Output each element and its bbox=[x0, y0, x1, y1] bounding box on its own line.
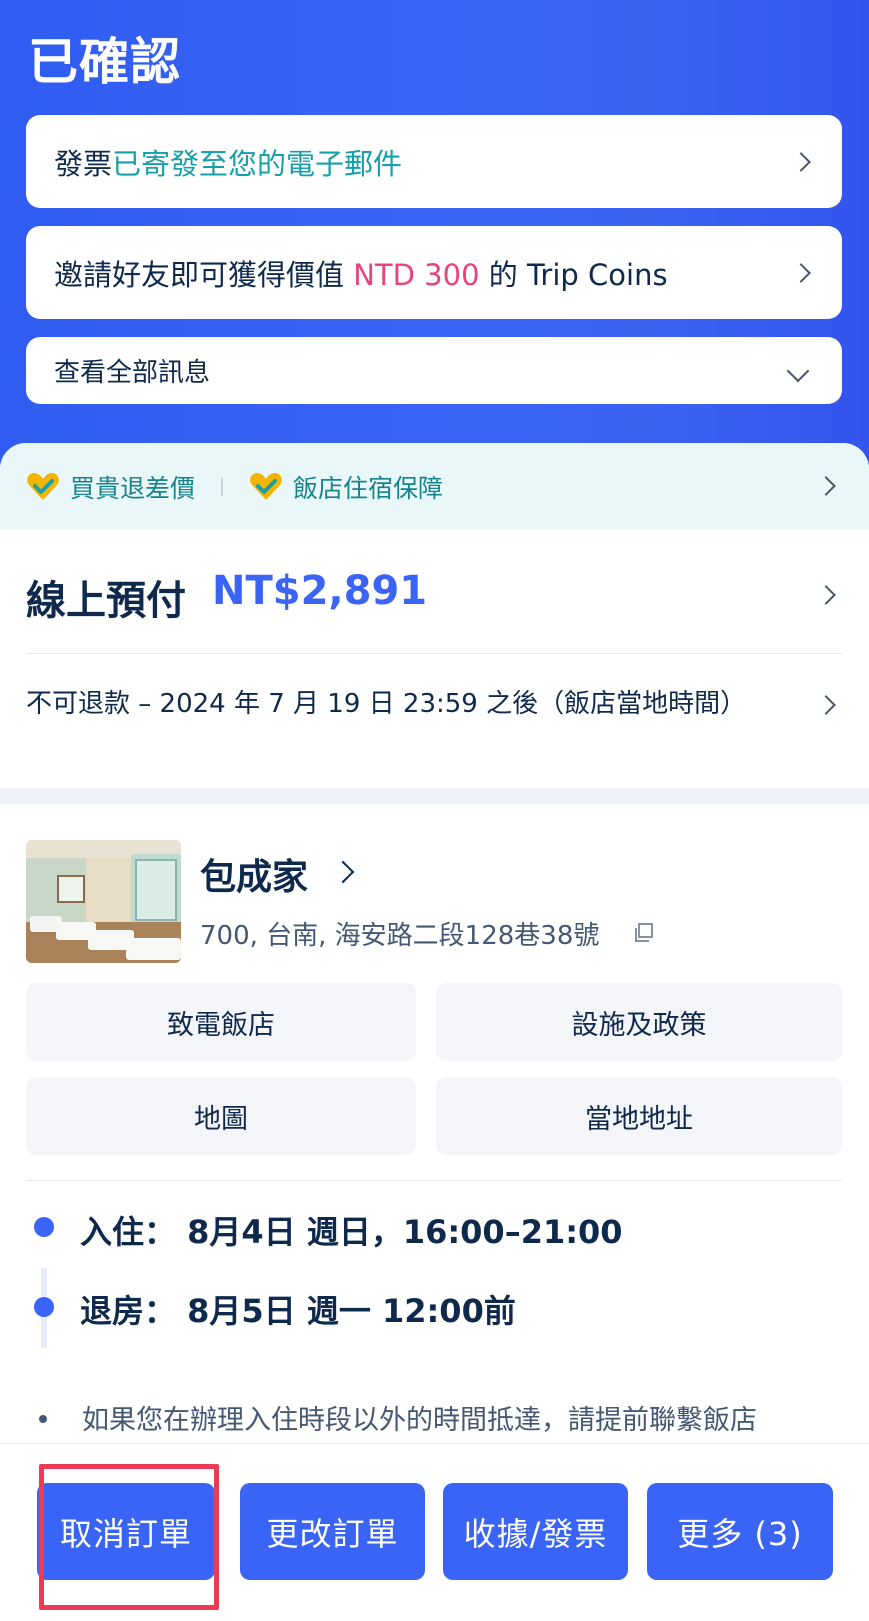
chevron-right-icon bbox=[816, 585, 836, 605]
facilities-policies-button[interactable]: 設施及政策 bbox=[436, 983, 842, 1061]
chevron-down-icon bbox=[786, 359, 810, 382]
checkout-info: 退房： 8月5日 週一 12:00前 bbox=[80, 1286, 516, 1332]
order-status-title: 已確認 bbox=[28, 33, 181, 91]
guarantee-price-match: 買貴退差價 bbox=[26, 469, 195, 505]
bottom-action-bar: 取消訂單 更改訂單 收據/發票 更多 (3) bbox=[0, 1443, 869, 1621]
hotel-address: 700, 台南, 海安路二段128巷38號 bbox=[200, 921, 600, 951]
chevron-right-icon bbox=[791, 151, 811, 172]
invite-prefix: 邀請好友即可獲得價值 bbox=[54, 257, 354, 292]
chevron-right-icon bbox=[331, 860, 355, 884]
hotel-name[interactable]: 包成家 bbox=[200, 848, 308, 900]
chevron-right-icon bbox=[816, 476, 836, 496]
checkout-value: 8月5日 週一 12:00前 bbox=[187, 1292, 516, 1330]
copy-icon[interactable] bbox=[632, 921, 656, 945]
payment-amount: NT$2,891 bbox=[212, 568, 428, 614]
checkin-dot bbox=[34, 1217, 54, 1237]
checkin-value: 8月4日 週日，16:00–21:00 bbox=[187, 1213, 623, 1251]
checkin-info: 入住： 8月4日 週日，16:00–21:00 bbox=[80, 1207, 623, 1253]
hotel-photo[interactable] bbox=[26, 840, 181, 963]
order-status-header: 已確認 發票已寄發至您的電子郵件 邀請好友即可獲得價值 NTD 300 的 Tr… bbox=[0, 0, 869, 500]
payment-row[interactable]: 線上預付 NT$2,891 bbox=[0, 530, 869, 660]
divider bbox=[26, 653, 842, 654]
divider bbox=[221, 477, 224, 496]
heart-check-icon bbox=[27, 472, 59, 500]
checkout-dot bbox=[34, 1297, 54, 1317]
section-divider bbox=[0, 788, 869, 804]
bullet bbox=[39, 1415, 47, 1423]
checkout-label: 退房： bbox=[80, 1292, 177, 1330]
divider bbox=[26, 1180, 842, 1181]
guarantee-stay-protection: 飯店住宿保障 bbox=[249, 469, 443, 505]
invoice-prefix: 發票 bbox=[54, 146, 113, 181]
invoice-sent-card[interactable]: 發票已寄發至您的電子郵件 bbox=[26, 115, 842, 208]
guarantee-label: 飯店住宿保障 bbox=[293, 473, 444, 503]
view-all-messages-label: 查看全部訊息 bbox=[54, 358, 211, 388]
invite-suffix: 的 Trip Coins bbox=[479, 257, 668, 292]
receipt-invoice-button[interactable]: 收據/發票 bbox=[443, 1483, 628, 1580]
cancellation-policy[interactable]: 不可退款 – 2024 年 7 月 19 日 23:59 之後（飯店當地時間） bbox=[26, 685, 766, 723]
more-options-button[interactable]: 更多 (3) bbox=[647, 1483, 833, 1580]
guarantee-label: 買貴退差價 bbox=[70, 473, 196, 503]
modify-order-button[interactable]: 更改訂單 bbox=[240, 1483, 425, 1580]
local-address-button[interactable]: 當地地址 bbox=[436, 1077, 842, 1155]
payment-label: 線上預付 bbox=[26, 578, 186, 624]
chevron-right-icon bbox=[791, 262, 811, 283]
invoice-status-text: 已寄發至您的電子郵件 bbox=[112, 146, 403, 181]
arrival-note: 如果您在辦理入住時段以外的時間抵達，請提前聯繫飯店 bbox=[82, 1405, 757, 1436]
order-detail-sheet: 買貴退差價 飯店住宿保障 線上預付 NT$2,891 不可退款 – 2024 年… bbox=[0, 443, 869, 1443]
guarantee-bar[interactable]: 買貴退差價 飯店住宿保障 bbox=[0, 443, 869, 530]
view-all-messages-card[interactable]: 查看全部訊息 bbox=[26, 337, 842, 404]
invite-friends-card[interactable]: 邀請好友即可獲得價值 NTD 300 的 Trip Coins bbox=[26, 226, 842, 319]
checkin-label: 入住： bbox=[80, 1213, 177, 1251]
cancel-order-button[interactable]: 取消訂單 bbox=[37, 1483, 215, 1580]
chevron-right-icon bbox=[816, 695, 836, 715]
invite-reward-amount: NTD 300 bbox=[353, 257, 480, 292]
call-hotel-button[interactable]: 致電飯店 bbox=[26, 983, 416, 1061]
map-button[interactable]: 地圖 bbox=[26, 1077, 416, 1155]
heart-check-icon bbox=[250, 472, 282, 500]
